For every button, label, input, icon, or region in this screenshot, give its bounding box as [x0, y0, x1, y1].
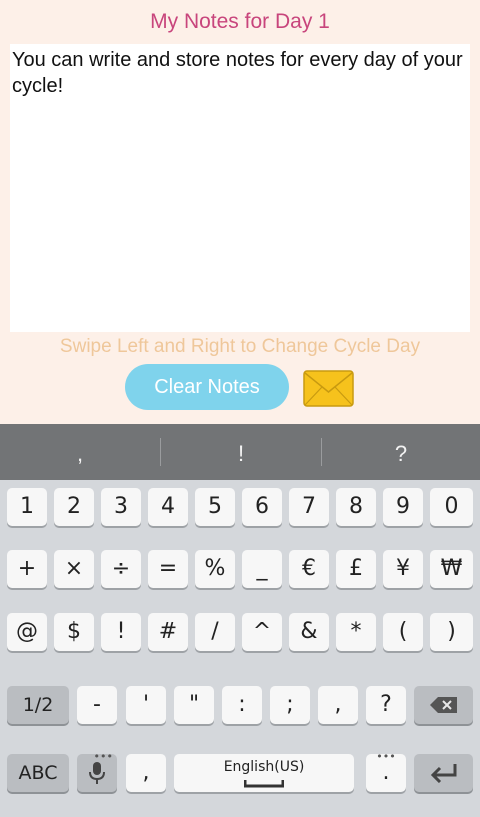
key[interactable]: 1: [7, 488, 47, 526]
abc-toggle[interactable]: ABC: [7, 754, 69, 792]
key[interactable]: @: [7, 613, 47, 651]
page-title: My Notes for Day 1: [150, 10, 330, 33]
key[interactable]: ): [430, 613, 473, 651]
suggestion-bar: , ! ?: [0, 424, 480, 480]
key[interactable]: 5: [195, 488, 235, 526]
key[interactable]: /: [195, 613, 235, 651]
key[interactable]: ×: [54, 550, 94, 588]
key[interactable]: +: [7, 550, 47, 588]
notes-textarea[interactable]: You can write and store notes for every …: [10, 44, 470, 332]
period-key[interactable]: ••• .: [366, 750, 406, 792]
key[interactable]: *: [336, 613, 376, 651]
key[interactable]: &: [289, 613, 329, 651]
suggestion-item[interactable]: ,: [0, 424, 160, 480]
space-icon: [244, 780, 284, 788]
key[interactable]: ÷: [101, 550, 141, 588]
swipe-hint: Swipe Left and Right to Change Cycle Day: [59, 336, 421, 357]
key[interactable]: £: [336, 550, 376, 588]
backspace-button[interactable]: [414, 686, 473, 724]
key[interactable]: 7: [289, 488, 329, 526]
key[interactable]: -: [77, 686, 117, 724]
more-symbols-dots-icon: •••: [376, 750, 396, 763]
settings-dots-icon: •••: [93, 750, 113, 763]
key[interactable]: 2: [54, 488, 94, 526]
key[interactable]: ,: [318, 686, 358, 724]
on-screen-keyboard: , ! ? 1 2 3 4 5 6 7 8 9 0 + × ÷ = % _ € …: [0, 424, 480, 817]
key[interactable]: ^: [242, 613, 282, 651]
spacebar-language-label: English(US): [223, 759, 305, 775]
backspace-icon: [429, 697, 457, 713]
key[interactable]: 4: [148, 488, 188, 526]
clear-notes-button[interactable]: Clear Notes: [125, 364, 289, 410]
enter-icon: [430, 764, 456, 784]
key[interactable]: 0: [430, 488, 473, 526]
key[interactable]: 6: [242, 488, 282, 526]
symbols-page-toggle[interactable]: 1/2: [7, 686, 69, 724]
key[interactable]: ¥: [383, 550, 423, 588]
key[interactable]: _: [242, 550, 282, 588]
key[interactable]: (: [383, 613, 423, 651]
envelope-icon[interactable]: [303, 370, 354, 407]
suggestion-item[interactable]: !: [161, 424, 321, 480]
enter-button[interactable]: [414, 754, 473, 792]
key[interactable]: ;: [270, 686, 310, 724]
microphone-button[interactable]: •••: [77, 750, 117, 792]
microphone-icon: [89, 762, 105, 784]
key[interactable]: !: [101, 613, 141, 651]
key[interactable]: €: [289, 550, 329, 588]
key[interactable]: ₩: [430, 550, 473, 588]
notes-screen: My Notes for Day 1 You can write and sto…: [0, 0, 480, 424]
key[interactable]: ": [174, 686, 214, 724]
spacebar[interactable]: English(US): [174, 754, 354, 792]
key[interactable]: %: [195, 550, 235, 588]
comma-key[interactable]: ,: [126, 754, 166, 792]
key[interactable]: 3: [101, 488, 141, 526]
key[interactable]: ?: [366, 686, 406, 724]
key[interactable]: ': [126, 686, 166, 724]
key[interactable]: =: [148, 550, 188, 588]
suggestion-item[interactable]: ?: [322, 424, 480, 480]
key[interactable]: $: [54, 613, 94, 651]
key[interactable]: #: [148, 613, 188, 651]
key[interactable]: 8: [336, 488, 376, 526]
key[interactable]: 9: [383, 488, 423, 526]
key[interactable]: :: [222, 686, 262, 724]
